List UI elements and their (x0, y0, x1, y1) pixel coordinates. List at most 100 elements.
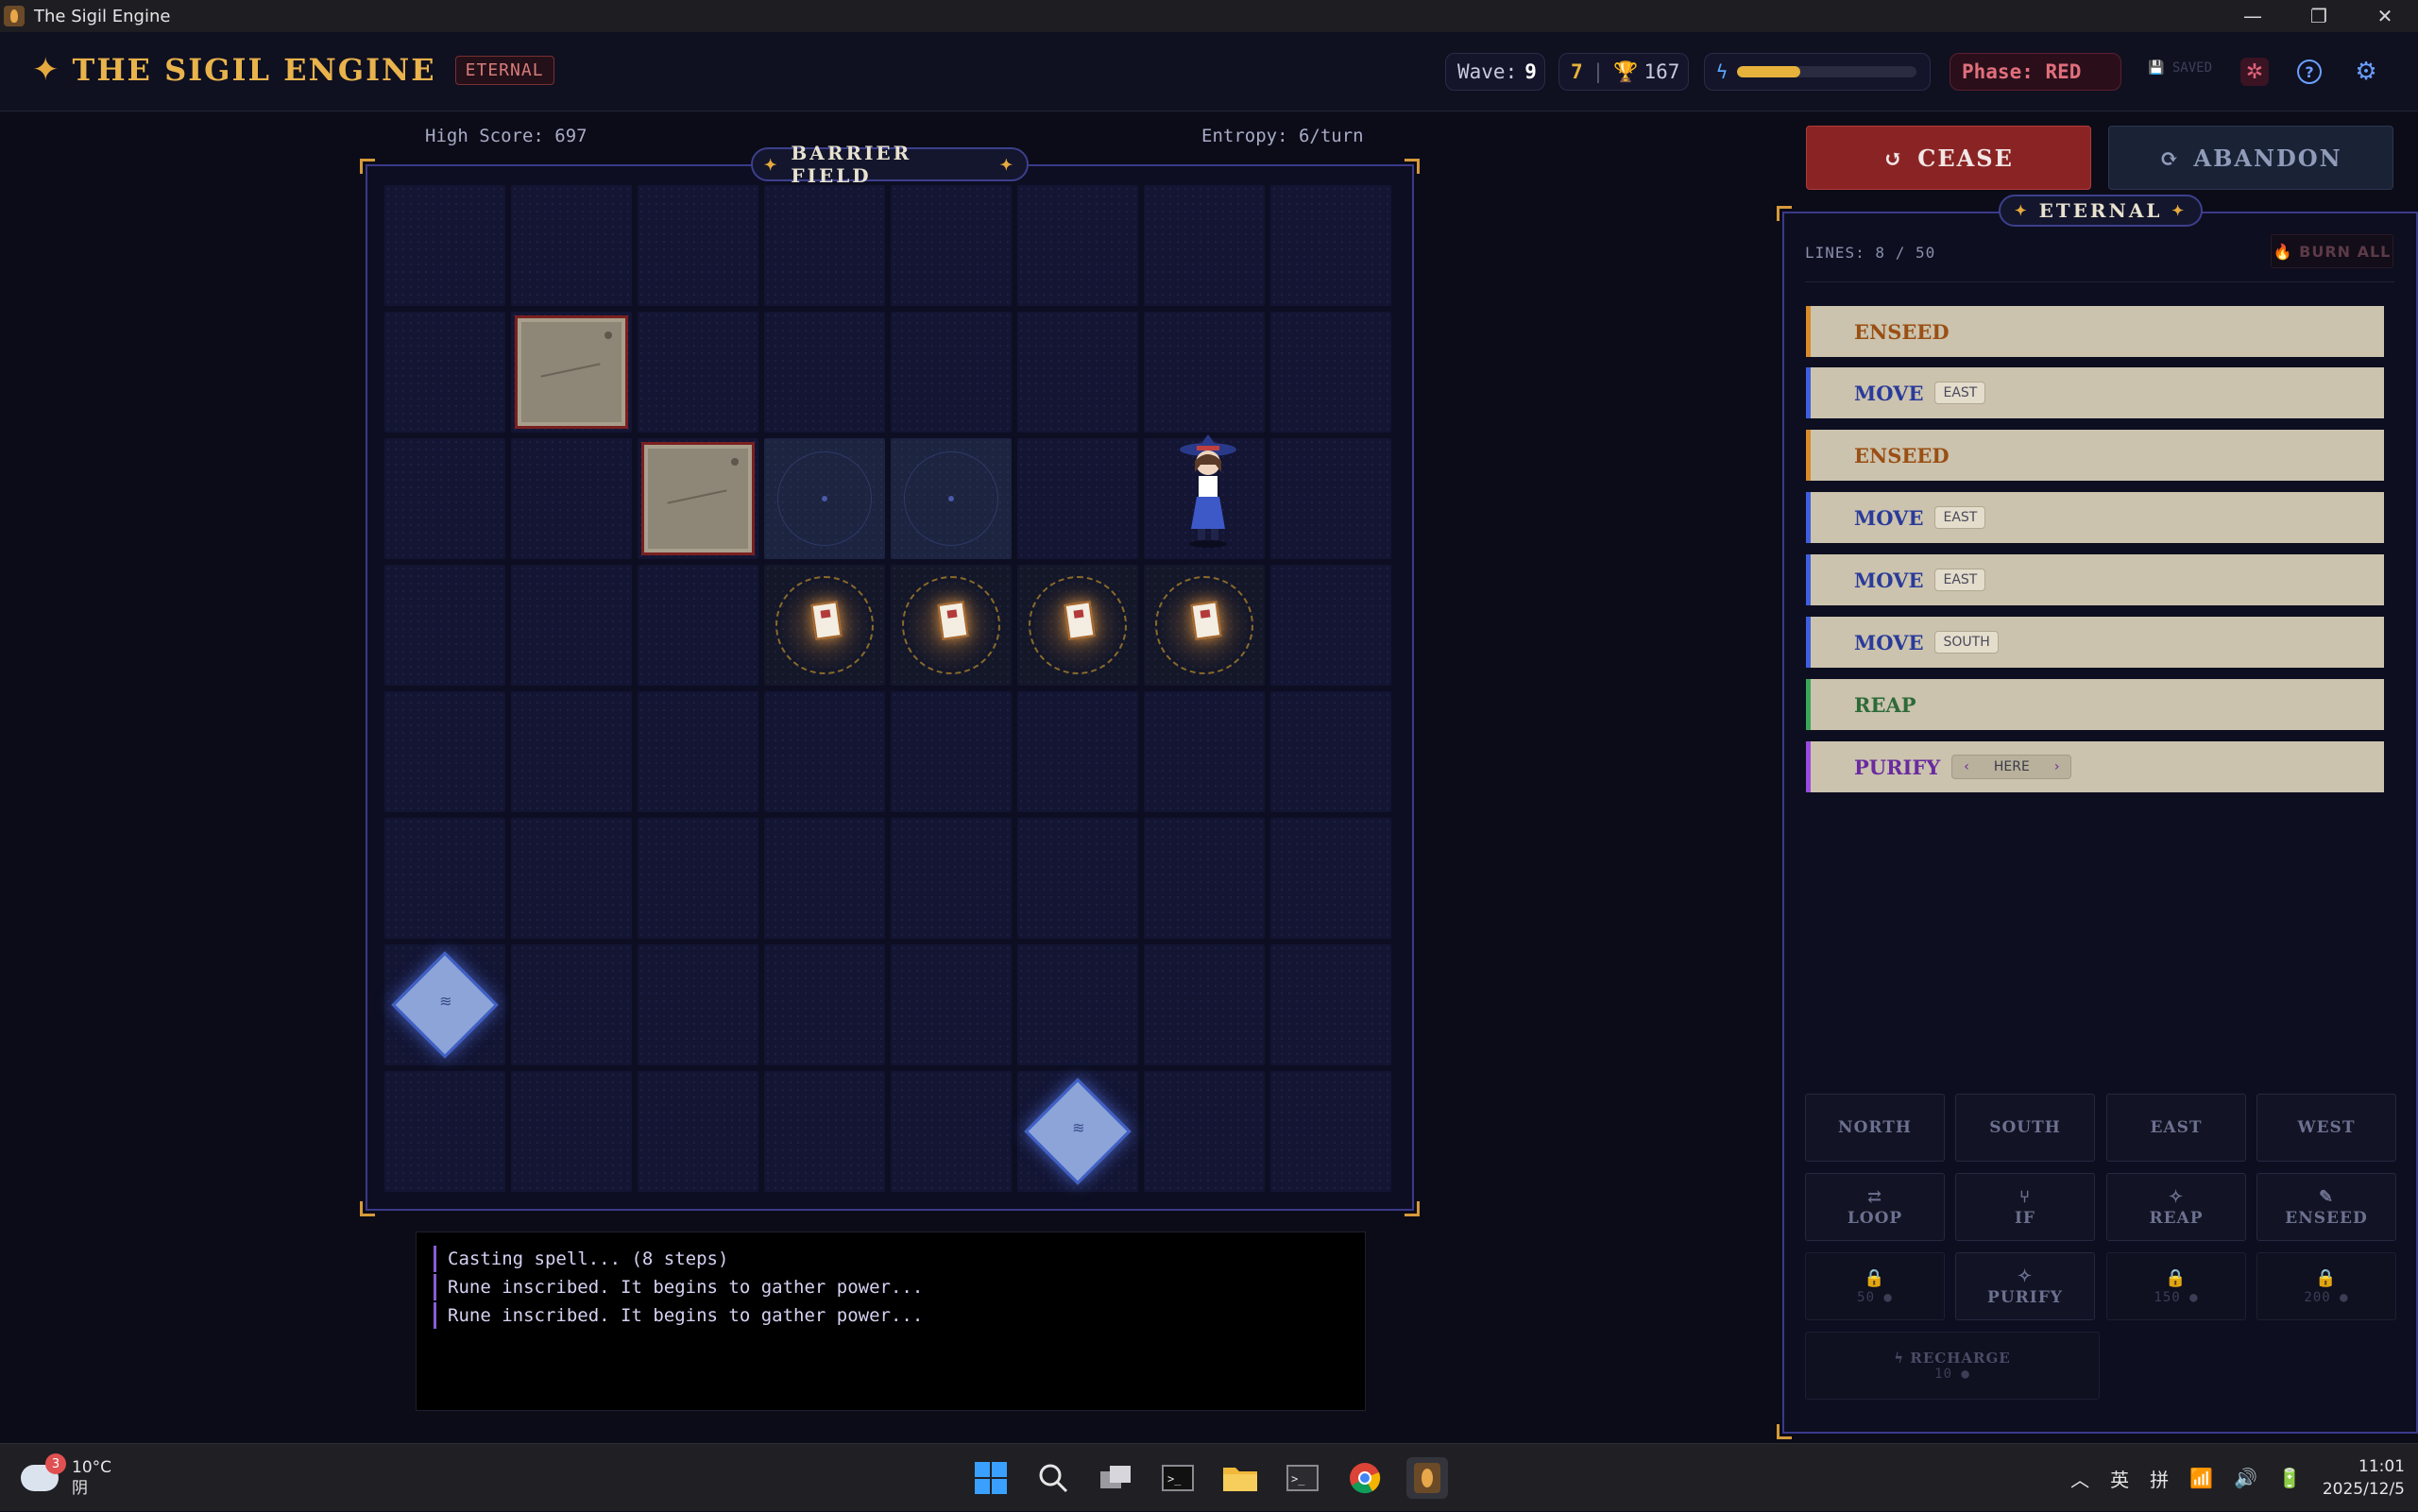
board-cell[interactable] (1017, 312, 1138, 433)
burn-all-button[interactable]: 🔥 BURN ALL (2271, 234, 2393, 268)
board-cell[interactable] (1144, 944, 1265, 1065)
ime-mode[interactable]: 拼 (2150, 1465, 2169, 1492)
sigil-engine-app-icon[interactable] (1406, 1457, 1448, 1499)
board-cell[interactable] (1270, 818, 1391, 939)
minimize-button[interactable]: — (2220, 0, 2286, 32)
board-cell[interactable] (1144, 434, 1265, 559)
purify-button[interactable]: ✧ PURIFY (1955, 1252, 2095, 1320)
console-app-icon[interactable]: >_ (1282, 1457, 1323, 1499)
chevron-up-icon[interactable]: ︿ (2070, 1465, 2089, 1492)
board-cell[interactable] (891, 185, 1012, 306)
board-cell[interactable] (1017, 565, 1138, 686)
board-cell[interactable] (1270, 438, 1391, 559)
file-explorer-icon[interactable] (1219, 1457, 1261, 1499)
west-button[interactable]: WEST (2256, 1094, 2396, 1162)
board-cell[interactable] (384, 565, 505, 686)
board-cell[interactable] (1144, 818, 1265, 939)
board-cell[interactable] (764, 438, 885, 559)
board-cell[interactable] (891, 438, 1012, 559)
south-button[interactable]: SOUTH (1955, 1094, 2095, 1162)
board-cell[interactable] (511, 312, 632, 433)
spell-argument[interactable]: EAST (1934, 569, 1986, 591)
help-icon[interactable]: ? (2297, 59, 2322, 84)
spell-line[interactable]: REAP (1806, 679, 2384, 730)
terminal-icon[interactable]: >_ (1157, 1457, 1199, 1499)
board-cell[interactable] (1017, 438, 1138, 559)
board-cell[interactable] (638, 312, 758, 433)
board-cell[interactable] (384, 691, 505, 812)
spell-line[interactable]: MOVE SOUTH (1806, 617, 2384, 668)
board-cell[interactable] (891, 944, 1012, 1065)
weather-widget[interactable]: 3 10°C 阴 (21, 1453, 111, 1499)
chrome-icon[interactable] (1344, 1457, 1386, 1499)
board-cell[interactable] (764, 312, 885, 433)
board-cell[interactable] (638, 818, 758, 939)
spell-line[interactable]: ENSEED (1806, 306, 2384, 357)
start-icon[interactable] (970, 1457, 1012, 1499)
game-board[interactable] (360, 159, 1420, 1216)
east-button[interactable]: EAST (2106, 1094, 2246, 1162)
board-cell[interactable] (511, 944, 632, 1065)
board-cell[interactable] (1017, 691, 1138, 812)
board-cell[interactable] (764, 1071, 885, 1192)
board-cell[interactable] (891, 691, 1012, 812)
board-cell[interactable] (764, 565, 885, 686)
board-cell[interactable] (384, 818, 505, 939)
board-cell[interactable] (891, 565, 1012, 686)
spell-line[interactable]: ENSEED (1806, 430, 2384, 481)
board-cell[interactable] (1270, 944, 1391, 1065)
cease-button[interactable]: ↺ CEASE (1806, 126, 2091, 190)
spell-argument[interactable]: EAST (1934, 506, 1986, 529)
north-button[interactable]: NORTH (1805, 1094, 1945, 1162)
board-cell[interactable] (384, 944, 505, 1065)
chevron-left-icon[interactable]: ‹ (1964, 759, 1969, 774)
battery-icon[interactable]: 🔋 (2278, 1467, 2302, 1489)
enseed-button[interactable]: ✎ ENSEED (2256, 1173, 2396, 1241)
spell-line[interactable]: MOVE EAST (1806, 554, 2384, 605)
board-cell[interactable] (638, 438, 758, 559)
board-cell[interactable] (1270, 565, 1391, 686)
board-cell[interactable] (1144, 565, 1265, 686)
search-icon[interactable] (1032, 1457, 1074, 1499)
gear-icon[interactable]: ⚙ (2352, 58, 2380, 86)
spell-argument[interactable]: EAST (1934, 382, 1986, 404)
board-cell[interactable] (891, 818, 1012, 939)
spell-line[interactable]: PURIFY ‹ HERE › (1806, 741, 2384, 792)
board-cell[interactable] (638, 1071, 758, 1192)
chevron-right-icon[interactable]: › (2054, 759, 2060, 774)
board-cell[interactable] (891, 312, 1012, 433)
board-cell[interactable] (1017, 818, 1138, 939)
board-cell[interactable] (511, 438, 632, 559)
abandon-button[interactable]: ⟳ ABANDON (2108, 126, 2393, 190)
wifi-icon[interactable]: 📶 (2189, 1467, 2213, 1489)
if-button[interactable]: ⑂ IF (1955, 1173, 2095, 1241)
board-cell[interactable] (1144, 691, 1265, 812)
board-cell[interactable] (638, 185, 758, 306)
board-cell[interactable] (891, 1071, 1012, 1192)
board-cell[interactable] (764, 818, 885, 939)
board-cell[interactable] (1270, 185, 1391, 306)
board-cell[interactable] (1017, 185, 1138, 306)
restore-button[interactable]: ❐ (2286, 0, 2352, 32)
board-cell[interactable] (511, 1071, 632, 1192)
board-cell[interactable] (1270, 1071, 1391, 1192)
board-cell[interactable] (1144, 312, 1265, 433)
bug-icon[interactable]: ✲ (2240, 58, 2269, 86)
board-cell[interactable] (764, 185, 885, 306)
board-cell[interactable] (384, 185, 505, 306)
board-cell[interactable] (638, 944, 758, 1065)
spell-argument[interactable]: SOUTH (1934, 631, 1999, 654)
spell-line[interactable]: MOVE EAST (1806, 367, 2384, 418)
board-cell[interactable] (764, 944, 885, 1065)
spell-line[interactable]: MOVE EAST (1806, 492, 2384, 543)
board-cell[interactable] (1144, 185, 1265, 306)
ime-language[interactable]: 英 (2110, 1465, 2129, 1492)
board-cell[interactable] (511, 185, 632, 306)
board-cell[interactable] (384, 438, 505, 559)
recharge-button[interactable]: ϟ RECHARGE 10 ● (1805, 1332, 2100, 1400)
board-cell[interactable] (638, 565, 758, 686)
board-cell[interactable] (638, 691, 758, 812)
board-cell[interactable] (384, 1071, 505, 1192)
board-cell[interactable] (384, 312, 505, 433)
board-cell[interactable] (1017, 1071, 1138, 1192)
